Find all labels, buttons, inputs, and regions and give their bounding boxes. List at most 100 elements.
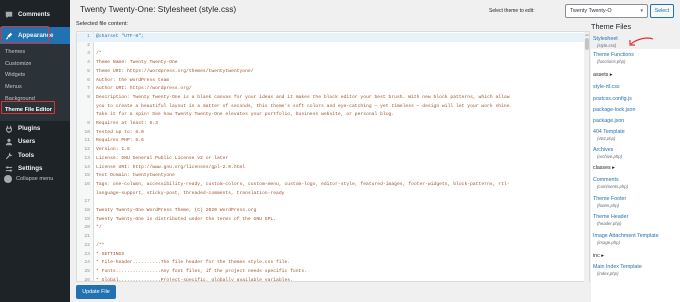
code-text: Take it for a spin! See how Twenty Twent…: [96, 112, 395, 118]
file-name: package-lock.json: [593, 107, 636, 113]
theme-file-item[interactable]: Comments (comments.php): [591, 177, 680, 190]
files-scrollbar[interactable]: [584, 36, 589, 302]
code-line[interactable]: 13 License: GNU General Public License v2…: [77, 155, 589, 164]
theme-file-item[interactable]: Image Attachment Template (image.php): [591, 233, 680, 246]
code-line[interactable]: 14 License URI: http://www.gnu.org/licens…: [77, 164, 589, 173]
code-editor[interactable]: 1 @charset "UTF-8"; 2 3/* 4 Theme Name: Twent…: [76, 31, 590, 282]
line-number: 24: [84, 260, 90, 266]
code-line[interactable]: Take it for a spin! See how Twenty Twent…: [77, 111, 589, 120]
file-filename: (index.php): [597, 271, 619, 276]
theme-select-dropdown[interactable]: Twenty Twenty-O ▾: [565, 4, 648, 18]
menu-tools-label: Tools: [18, 152, 35, 159]
admin-sidebar: Comments Appearance Themes Customize Wid…: [0, 0, 70, 302]
code-line[interactable]: 17: [77, 198, 589, 207]
line-number: 26: [84, 277, 90, 282]
code-text: Requires at least: 5.3: [96, 121, 158, 126]
code-line[interactable]: 1 @charset "UTF-8";: [77, 33, 589, 42]
code-line[interactable]: 18 Twenty Twenty-One WordPress Theme, (C)…: [77, 207, 589, 216]
code-line[interactable]: 20 */: [77, 224, 589, 233]
code-text: * SETTINGS: [96, 251, 125, 257]
code-text: Twenty Twenty-One WordPress Theme, (C) 2…: [96, 208, 257, 213]
submenu-widgets[interactable]: Widgets: [0, 70, 70, 82]
line-number: 4: [87, 60, 90, 66]
theme-file-editor-highlight-box: [1, 101, 55, 114]
line-number: 12: [84, 147, 90, 153]
plug-icon: [4, 124, 13, 133]
appearance-highlight-box: [1, 26, 49, 43]
theme-file-item[interactable]: Archives (archive.php): [591, 147, 680, 160]
submenu-customize[interactable]: Customize: [0, 59, 70, 71]
files-scrollbar-thumb[interactable]: [585, 38, 589, 50]
theme-file-item[interactable]: 404 Template (404.php): [591, 129, 680, 142]
code-line[interactable]: language-support, sticky-post, threaded-…: [77, 190, 589, 199]
code-line[interactable]: 21: [77, 233, 589, 242]
theme-file-item[interactable]: Main Index Template (index.php): [591, 264, 680, 277]
file-name: postcss.config.js: [593, 96, 632, 102]
code-text: Tested up to: 6.0: [96, 129, 144, 135]
line-number: 16: [84, 181, 90, 187]
code-line[interactable]: 9 Requires at least: 5.3: [77, 120, 589, 129]
code-line[interactable]: 4 Theme Name: Twenty Twenty-One: [77, 59, 589, 68]
file-name: Image Attachment Template: [593, 233, 659, 239]
code-line[interactable]: 7 Author URI: https://wordpress.org/: [77, 85, 589, 94]
code-text: * Fonts................Any font files, i…: [96, 268, 307, 274]
code-line[interactable]: you to create a beautiful layout in a ma…: [77, 103, 589, 112]
line-number: 15: [84, 173, 90, 179]
file-name: Archives: [593, 147, 614, 153]
theme-file-item[interactable]: Theme Header (header.php): [591, 214, 680, 227]
code-line[interactable]: 25 * Fonts................Any font files…: [77, 268, 589, 277]
code-line[interactable]: 19 Twenty Twenty-One is distributed under…: [77, 216, 589, 225]
theme-folder-item[interactable]: inc ▸: [591, 253, 680, 260]
line-number: 20: [84, 225, 90, 231]
code-line[interactable]: 12 Version: 1.6: [77, 146, 589, 155]
select-theme-button[interactable]: Select: [650, 4, 674, 18]
code-text: Twenty Twenty-One is distributed under t…: [96, 216, 277, 222]
file-name: package.json: [593, 118, 625, 124]
theme-file-item[interactable]: package.json: [591, 118, 680, 125]
code-line[interactable]: 16 Tags: one-column, accessibility-ready,…: [77, 181, 589, 190]
line-number: 25: [84, 268, 90, 274]
line-number: 22: [84, 242, 90, 248]
menu-comments[interactable]: Comments: [0, 6, 70, 23]
code-line[interactable]: 26 * Global...............Project-specif…: [77, 277, 589, 282]
file-filename: (footer.php): [597, 203, 620, 208]
theme-select-value: Twenty Twenty-O: [570, 8, 612, 14]
code-text: License: GNU General Public License v2 o…: [96, 155, 229, 161]
collapse-menu-button[interactable]: Collapse menu: [4, 175, 53, 183]
submenu-menus[interactable]: Menus: [0, 82, 70, 94]
code-line[interactable]: 6 Author: the WordPress team: [77, 77, 589, 86]
code-line[interactable]: 22 /**: [77, 242, 589, 251]
file-name: Main Index Template: [593, 264, 642, 270]
code-line[interactable]: 10 Tested up to: 6.0: [77, 129, 589, 138]
theme-file-item[interactable]: postcss.config.js: [591, 96, 680, 103]
line-number: 6: [87, 77, 90, 83]
code-line[interactable]: 11 Requires PHP: 5.6: [77, 137, 589, 146]
update-file-button[interactable]: Update File: [76, 285, 116, 299]
code-line[interactable]: 5 Theme URI: https://wordpress.org/themes…: [77, 68, 589, 77]
theme-file-item[interactable]: package-lock.json: [591, 107, 680, 114]
theme-file-item[interactable]: Theme Footer (footer.php): [591, 196, 680, 209]
theme-folder-item[interactable]: assets ▸: [591, 72, 680, 79]
submenu-themes[interactable]: Themes: [0, 47, 70, 59]
code-line[interactable]: 3 /*: [77, 50, 589, 59]
code-line[interactable]: 15 Text Domain: twentytwentyone: [77, 172, 589, 181]
code-line[interactable]: 2: [77, 42, 589, 51]
menu-comments-label: Comments: [18, 11, 50, 18]
line-number: 13: [84, 155, 90, 161]
code-line[interactable]: 24 * File-header..........The file heade…: [77, 259, 589, 268]
code-line[interactable]: 8 Description: Twenty Twenty-One is a bla…: [77, 94, 589, 103]
users-icon: [4, 137, 13, 146]
annotation-arrow-icon: [629, 37, 654, 46]
theme-folder-item[interactable]: classes ▸: [591, 165, 680, 172]
code-text: Author: the WordPress team: [96, 77, 170, 83]
theme-file-item[interactable]: style-rtl.css: [591, 84, 680, 91]
select-theme-label: Select theme to edit:: [489, 8, 535, 14]
code-text: Requires PHP: 5.6: [96, 138, 144, 144]
line-number: 9: [87, 121, 90, 126]
code-line[interactable]: 23 * SETTINGS: [77, 251, 589, 260]
code-text: Version: 1.6: [96, 147, 130, 153]
line-number: 3: [87, 51, 90, 57]
line-number: 18: [84, 208, 90, 213]
menu-users-label: Users: [18, 138, 36, 145]
theme-files-heading: Theme Files: [591, 22, 632, 31]
